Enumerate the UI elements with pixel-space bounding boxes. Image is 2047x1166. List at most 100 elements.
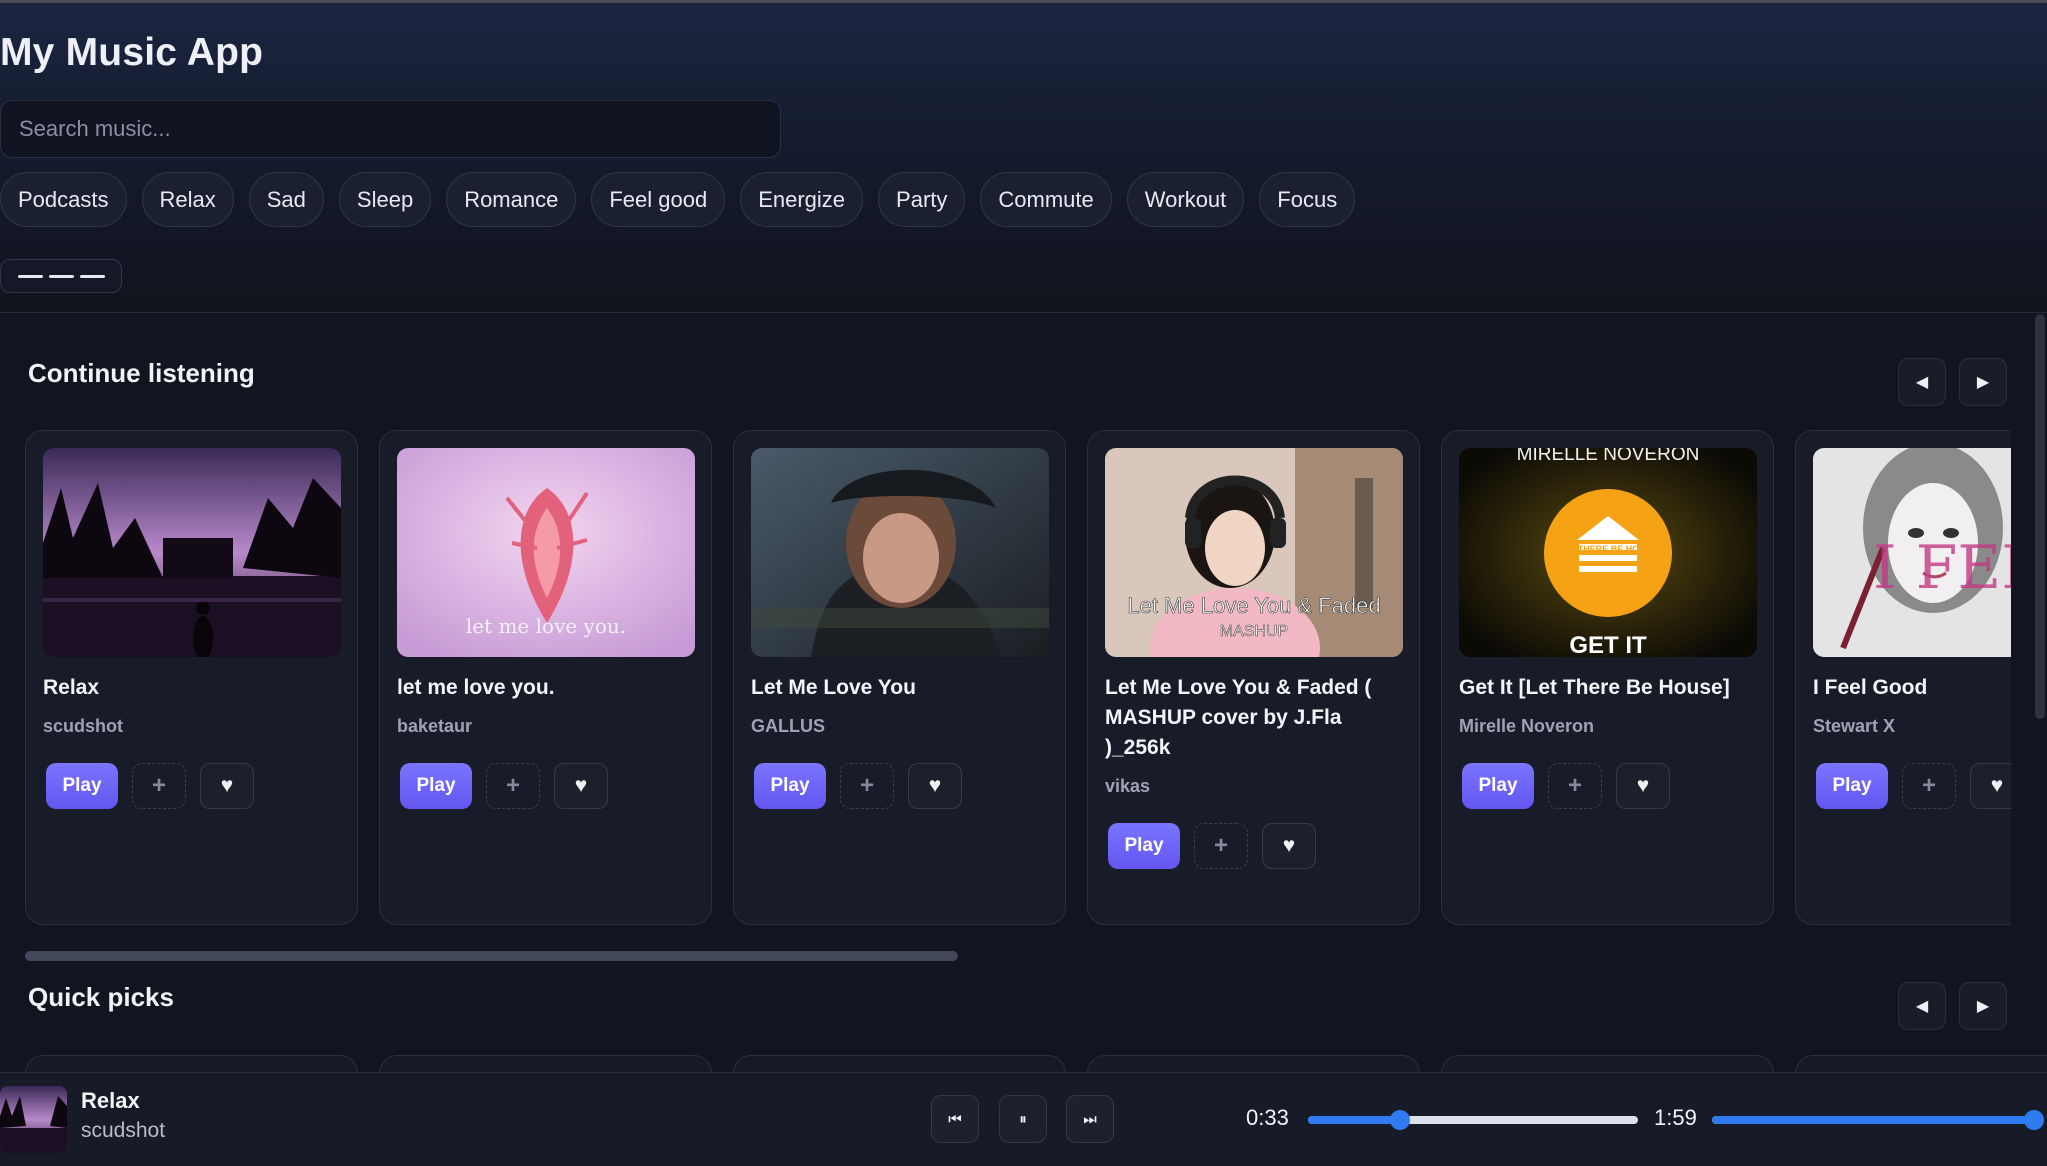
mood-chip-workout[interactable]: Workout xyxy=(1126,172,1245,227)
add-to-playlist-button[interactable]: + xyxy=(132,763,186,809)
quick-pick-card[interactable] xyxy=(1441,1055,1774,1072)
quick-pick-card[interactable] xyxy=(733,1055,1066,1072)
duration: 1:59 xyxy=(1654,1105,1697,1130)
album-art[interactable] xyxy=(43,448,341,657)
card-info: I Feel Good Stewart X Play + ♥ xyxy=(1813,673,2011,809)
heart-icon: ♥ xyxy=(1636,774,1650,797)
play-button[interactable]: Play xyxy=(1816,763,1888,809)
album-art[interactable]: let me love you. xyxy=(397,448,695,657)
song-title: Let Me Love You xyxy=(751,676,916,699)
plus-icon: + xyxy=(505,772,520,799)
heart-icon: ♥ xyxy=(220,774,234,797)
mood-chip-energize[interactable]: Energize xyxy=(740,172,864,227)
main-content[interactable]: Continue listening ◀ ▶ Relax scudshot Pl… xyxy=(0,314,2047,1072)
mood-chip-commute[interactable]: Commute xyxy=(980,172,1112,227)
like-button[interactable]: ♥ xyxy=(1970,763,2011,809)
song-card[interactable]: Let Me Love You & Faded MASHUP Let Me Lo… xyxy=(1087,430,1420,925)
art-caption: Let Me Love You & Faded xyxy=(1127,593,1380,618)
card-info: Get It [Let There Be House] Mirelle Nove… xyxy=(1459,673,1759,809)
mood-chip-focus[interactable]: Focus xyxy=(1259,172,1356,227)
art-badge: LET THERE BE HOUSE xyxy=(1558,544,1658,554)
section-title-continue-listening: Continue listening xyxy=(28,358,255,388)
plus-icon: + xyxy=(151,772,166,799)
quick-pick-card[interactable] xyxy=(379,1055,712,1072)
like-button[interactable]: ♥ xyxy=(908,763,962,809)
quick-pick-card[interactable] xyxy=(1087,1055,1420,1072)
like-button[interactable]: ♥ xyxy=(1262,823,1316,869)
carousel-next-button[interactable]: ▶ xyxy=(1959,982,2007,1030)
progress-fill xyxy=(1308,1116,1400,1124)
card-info: Relax scudshot Play + ♥ xyxy=(43,673,343,809)
progress-knob[interactable] xyxy=(1390,1110,1410,1130)
mood-chip-party[interactable]: Party xyxy=(878,172,966,227)
mood-chip-sleep[interactable]: Sleep xyxy=(338,172,432,227)
play-button[interactable]: Play xyxy=(1462,763,1534,809)
song-card[interactable]: I FEEL GOOD I Feel Good Stewart X Play +… xyxy=(1795,430,2011,925)
now-playing-title: Relax xyxy=(81,1088,140,1113)
song-card[interactable]: let me love you. let me love you. baketa… xyxy=(379,430,712,925)
search-input[interactable] xyxy=(0,100,781,158)
menu-toggle-button[interactable] xyxy=(0,259,122,293)
song-artist: vikas xyxy=(1105,776,1151,796)
like-button[interactable]: ♥ xyxy=(1616,763,1670,809)
like-button[interactable]: ♥ xyxy=(554,763,608,809)
quick-pick-card[interactable] xyxy=(25,1055,358,1072)
art-subcaption: MASHUP xyxy=(1220,623,1288,640)
song-title: let me love you. xyxy=(397,676,555,699)
pause-icon: ⏸ xyxy=(1019,1110,1027,1128)
quick-pick-card[interactable] xyxy=(1795,1055,2047,1072)
play-button[interactable]: Play xyxy=(46,763,118,809)
mood-chip-sad[interactable]: Sad xyxy=(248,172,324,227)
volume-slider[interactable] xyxy=(1712,1110,2044,1130)
section-title-quick-picks: Quick picks xyxy=(28,982,174,1012)
previous-track-button[interactable]: ⏮ xyxy=(931,1095,979,1143)
mood-chip-romance[interactable]: Romance xyxy=(446,172,577,227)
add-to-playlist-button[interactable]: + xyxy=(1194,823,1248,869)
card-info: let me love you. baketaur Play + ♥ xyxy=(397,673,697,809)
progress-slider[interactable] xyxy=(1308,1110,1638,1130)
card-info: Let Me Love You & Faded ( MASHUP cover b… xyxy=(1105,673,1405,869)
song-artist: baketaur xyxy=(397,716,473,736)
mood-chip-relax[interactable]: Relax xyxy=(141,172,234,227)
card-info: Let Me Love You GALLUS Play + ♥ xyxy=(751,673,1051,809)
card-actions: Play + ♥ xyxy=(1816,763,2011,809)
album-art[interactable]: MIRELLE NOVERON LET THERE BE HOUSE GET I… xyxy=(1459,448,1757,657)
continue-listening-track[interactable]: Relax scudshot Play + ♥ let me love you.… xyxy=(25,430,2011,925)
add-to-playlist-button[interactable]: + xyxy=(1548,763,1602,809)
carousel-prev-button[interactable]: ◀ xyxy=(1898,358,1946,406)
page-scrollbar[interactable] xyxy=(2035,314,2045,719)
art-caption: let me love you. xyxy=(466,614,626,638)
card-actions: Play + ♥ xyxy=(46,763,343,809)
mood-chip-podcasts[interactable]: Podcasts xyxy=(0,172,127,227)
play-button[interactable]: Play xyxy=(754,763,826,809)
play-button[interactable]: Play xyxy=(400,763,472,809)
carousel-next-button[interactable]: ▶ xyxy=(1959,358,2007,406)
song-card[interactable]: Relax scudshot Play + ♥ xyxy=(25,430,358,925)
volume-knob[interactable] xyxy=(2024,1110,2044,1130)
heart-icon: ♥ xyxy=(1282,834,1296,857)
like-button[interactable]: ♥ xyxy=(200,763,254,809)
album-art[interactable]: Let Me Love You & Faded MASHUP xyxy=(1105,448,1403,657)
song-card[interactable]: MIRELLE NOVERON LET THERE BE HOUSE GET I… xyxy=(1441,430,1774,925)
add-to-playlist-button[interactable]: + xyxy=(840,763,894,809)
app-title: My Music App xyxy=(0,31,264,74)
add-to-playlist-button[interactable]: + xyxy=(486,763,540,809)
mood-chip-feel-good[interactable]: Feel good xyxy=(591,172,726,227)
play-button[interactable]: Play xyxy=(1108,823,1180,869)
app-header: My Music App Podcasts Relax Sad Sleep Ro… xyxy=(0,3,2047,313)
next-track-button[interactable]: ⏭ xyxy=(1066,1095,1114,1143)
plus-icon: + xyxy=(1921,772,1936,799)
card-actions: Play + ♥ xyxy=(1108,823,1405,869)
album-art[interactable]: I FEEL GOOD xyxy=(1813,448,2011,657)
mood-chips: Podcasts Relax Sad Sleep Romance Feel go… xyxy=(0,172,1356,227)
song-title: Relax xyxy=(43,676,100,699)
carousel-scrollbar[interactable] xyxy=(25,951,958,961)
card-actions: Play + ♥ xyxy=(1462,763,1759,809)
song-card[interactable]: Let Me Love You GALLUS Play + ♥ xyxy=(733,430,1066,925)
add-to-playlist-button[interactable]: + xyxy=(1902,763,1956,809)
carousel-prev-button[interactable]: ◀ xyxy=(1898,982,1946,1030)
volume-fill xyxy=(1712,1116,2034,1124)
album-art[interactable] xyxy=(751,448,1049,657)
now-playing-art[interactable] xyxy=(0,1086,67,1153)
pause-button[interactable]: ⏸ xyxy=(999,1095,1047,1143)
